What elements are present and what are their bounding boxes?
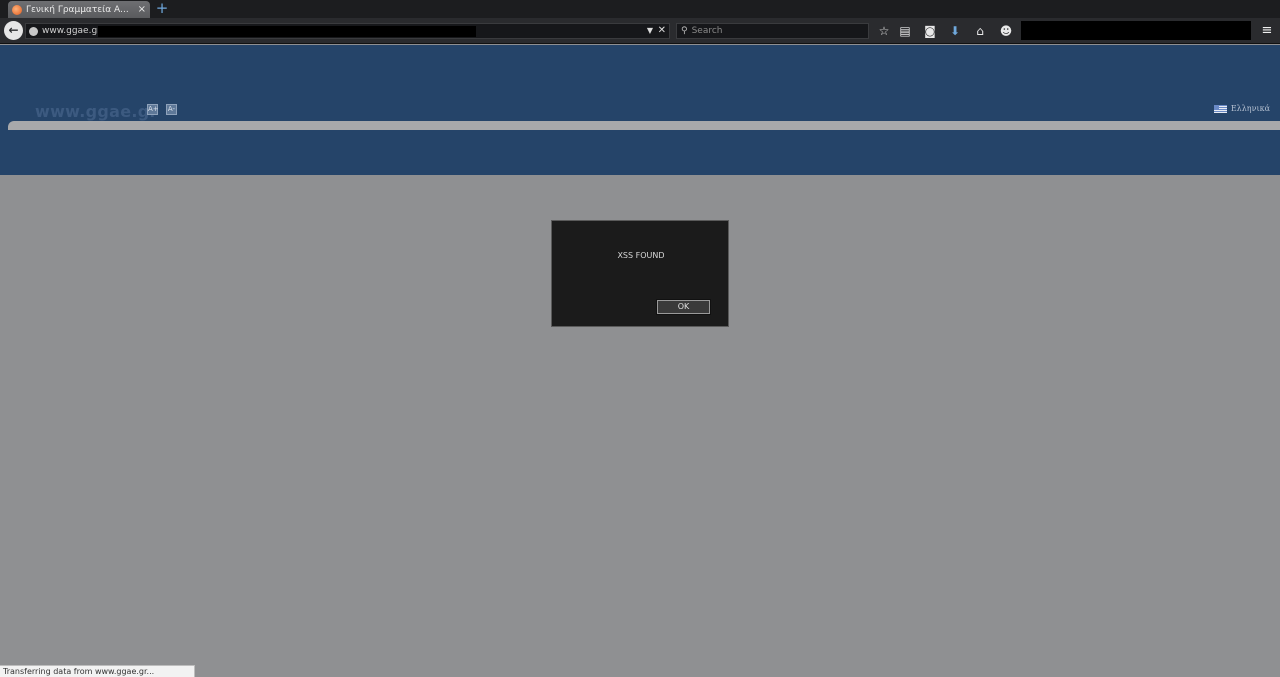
header-divider <box>8 121 1280 130</box>
redacted-toolbar-region <box>1021 21 1251 40</box>
language-label: Ελληνικά <box>1230 104 1270 113</box>
font-decrease-button[interactable]: A- <box>166 104 177 115</box>
url-clear-icon[interactable]: ✕ <box>658 24 666 38</box>
new-tab-button[interactable]: + <box>155 0 169 18</box>
alert-dialog: XSS FOUND OK <box>551 220 729 327</box>
font-increase-button[interactable]: A+ <box>147 104 159 115</box>
language-switch[interactable]: Ελληνικά <box>1213 104 1270 113</box>
search-bar[interactable]: ⚲ <box>676 23 869 39</box>
bookmark-star-icon[interactable]: ☆ <box>875 22 893 40</box>
site-logo[interactable]: www.ggae.gr <box>35 102 158 121</box>
hamburger-menu-icon[interactable]: ≡ <box>1259 22 1275 40</box>
reading-list-icon[interactable]: ▤ <box>896 22 914 40</box>
navigation-toolbar: ← www.ggae.gr/ ▼ ✕ ⚲ ☆ ▤ ◙ ⬇ ⌂ ☻ ≡ <box>0 18 1280 44</box>
greek-flag-icon <box>1213 104 1227 113</box>
url-dropdown-icon[interactable]: ▼ <box>647 24 653 38</box>
tab-title: Γενική Γραμματεία Α... <box>26 4 129 15</box>
url-text[interactable]: www.ggae.gr/ <box>42 26 104 36</box>
globe-icon <box>29 26 38 36</box>
tab-bar: Γενική Γραμματεία Α... × + <box>0 0 1280 18</box>
ok-button[interactable]: OK <box>656 299 711 315</box>
search-icon: ⚲ <box>681 26 688 36</box>
status-bar: Transferring data from www.ggae.gr... <box>0 665 195 677</box>
back-button[interactable]: ← <box>4 21 23 40</box>
site-favicon-icon <box>12 4 22 15</box>
tab-close-icon[interactable]: × <box>138 4 146 15</box>
alert-message: XSS FOUND <box>617 251 665 260</box>
download-icon[interactable]: ⬇ <box>946 22 964 40</box>
search-input[interactable] <box>691 26 868 36</box>
site-header: www.ggae.gr A+ A- Ελληνικά <box>0 45 1280 175</box>
pocket-icon[interactable]: ◙ <box>921 22 939 40</box>
home-icon[interactable]: ⌂ <box>971 22 989 40</box>
url-bar[interactable]: www.ggae.gr/ ▼ ✕ <box>25 23 670 39</box>
redacted-url-region <box>98 26 476 37</box>
chat-icon[interactable]: ☻ <box>997 22 1015 40</box>
browser-tab[interactable]: Γενική Γραμματεία Α... × <box>8 1 150 18</box>
